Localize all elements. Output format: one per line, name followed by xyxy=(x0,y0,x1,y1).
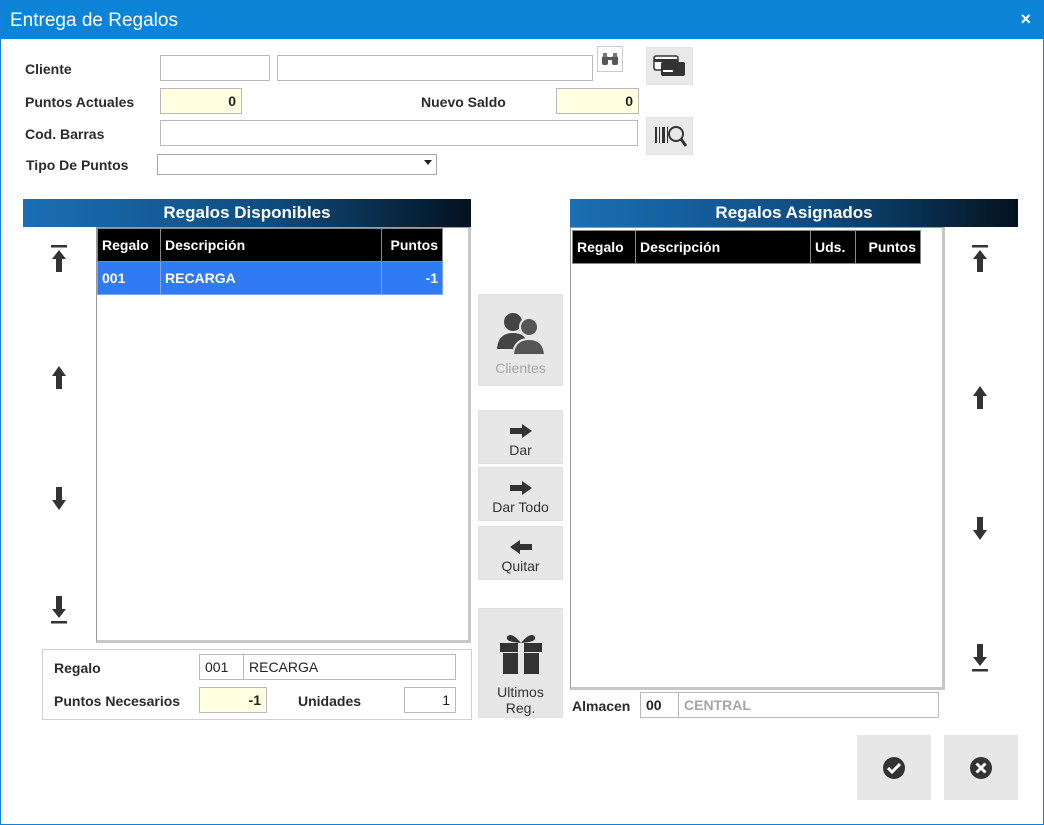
dar-button[interactable]: Dar xyxy=(478,410,563,464)
puntos-necesarios-label: Puntos Necesarios xyxy=(54,693,181,709)
binoculars-icon[interactable] xyxy=(597,46,623,72)
arrow-left-icon xyxy=(509,540,532,554)
barcode-input[interactable] xyxy=(160,120,638,146)
last-record-icon[interactable] xyxy=(48,594,70,624)
arrow-right-icon xyxy=(509,481,532,495)
col-descripcion: Descripción xyxy=(160,228,382,262)
asignados-header: Regalos Asignados xyxy=(570,199,1018,227)
users-icon xyxy=(496,313,546,356)
next-record-icon[interactable] xyxy=(969,513,991,543)
cell-regalo: 001 xyxy=(97,261,161,295)
col-puntos: Puntos xyxy=(381,228,443,262)
disponibles-table: Regalo Descripción Puntos 001 RECARGA -1 xyxy=(97,228,443,295)
first-record-icon[interactable] xyxy=(969,244,991,274)
asignados-table: Regalo Descripción Uds. Puntos xyxy=(572,230,921,264)
col-descripcion: Descripción xyxy=(635,230,811,264)
quitar-label: Quitar xyxy=(501,558,540,574)
check-circle-icon xyxy=(883,756,905,779)
title-bar: Entrega de Regalos × xyxy=(1,1,1043,39)
cell-descripcion: RECARGA xyxy=(160,261,382,295)
gift-delivery-window: Entrega de Regalos × Cliente Puntos Actu… xyxy=(0,0,1044,825)
tipo-puntos-select[interactable] xyxy=(157,154,437,175)
clientes-button[interactable]: Clientes xyxy=(478,294,563,386)
ultimos-reg-button[interactable]: Ultimos Reg. xyxy=(478,608,563,718)
detail-regalo-label: Regalo xyxy=(54,660,101,676)
gift-icon xyxy=(499,635,542,674)
puntos-actuales-field: 0 xyxy=(160,88,242,114)
unidades-label: Unidades xyxy=(298,693,362,709)
unidades-input[interactable]: 1 xyxy=(404,687,456,713)
cell-puntos: -1 xyxy=(381,261,443,295)
detail-regalo-code: 001 xyxy=(199,654,244,680)
detail-regalo-desc: RECARGA xyxy=(243,654,456,680)
disponibles-header: Regalos Disponibles xyxy=(23,199,471,227)
cliente-code-input[interactable] xyxy=(160,55,270,81)
window-title: Entrega de Regalos xyxy=(10,10,178,31)
tipo-puntos-label: Tipo De Puntos xyxy=(26,157,129,173)
previous-record-icon[interactable] xyxy=(969,383,991,413)
quitar-button[interactable]: Quitar xyxy=(478,526,563,580)
dar-label: Dar xyxy=(509,442,532,458)
table-row[interactable]: 001 RECARGA -1 xyxy=(97,261,443,295)
reg-label: Reg. xyxy=(505,700,536,716)
col-regalo: Regalo xyxy=(572,230,636,264)
ultimos-label: Ultimos xyxy=(497,684,544,700)
clientes-label: Clientes xyxy=(495,360,546,376)
nuevo-saldo-label: Nuevo Saldo xyxy=(421,94,506,110)
dar-todo-button[interactable]: Dar Todo xyxy=(478,467,563,521)
first-record-icon[interactable] xyxy=(48,244,70,274)
next-record-icon[interactable] xyxy=(48,483,70,513)
col-uds: Uds. xyxy=(810,230,856,264)
chevron-down-icon xyxy=(424,160,432,165)
col-regalo: Regalo xyxy=(97,228,161,262)
cod-barras-label: Cod. Barras xyxy=(25,126,105,142)
last-record-icon[interactable] xyxy=(969,642,991,672)
x-circle-icon xyxy=(970,756,992,779)
cliente-label: Cliente xyxy=(25,61,72,77)
credit-cards-icon[interactable] xyxy=(646,47,693,85)
almacen-label: Almacen xyxy=(572,698,631,714)
dar-todo-label: Dar Todo xyxy=(492,499,549,515)
puntos-necesarios-field: -1 xyxy=(199,687,267,713)
barcode-search-icon[interactable] xyxy=(646,117,693,155)
previous-record-icon[interactable] xyxy=(48,363,70,393)
asignados-grid-panel xyxy=(570,227,945,690)
nuevo-saldo-field: 0 xyxy=(556,88,639,114)
cliente-name-input[interactable] xyxy=(277,55,593,81)
col-puntos: Puntos xyxy=(855,230,921,264)
puntos-actuales-label: Puntos Actuales xyxy=(25,94,135,110)
almacen-code: 00 xyxy=(640,692,679,718)
almacen-name: CENTRAL xyxy=(678,692,939,718)
arrow-right-icon xyxy=(509,424,532,438)
cancel-button[interactable] xyxy=(944,735,1018,800)
close-icon[interactable]: × xyxy=(1020,9,1031,30)
ok-button[interactable] xyxy=(857,735,931,800)
